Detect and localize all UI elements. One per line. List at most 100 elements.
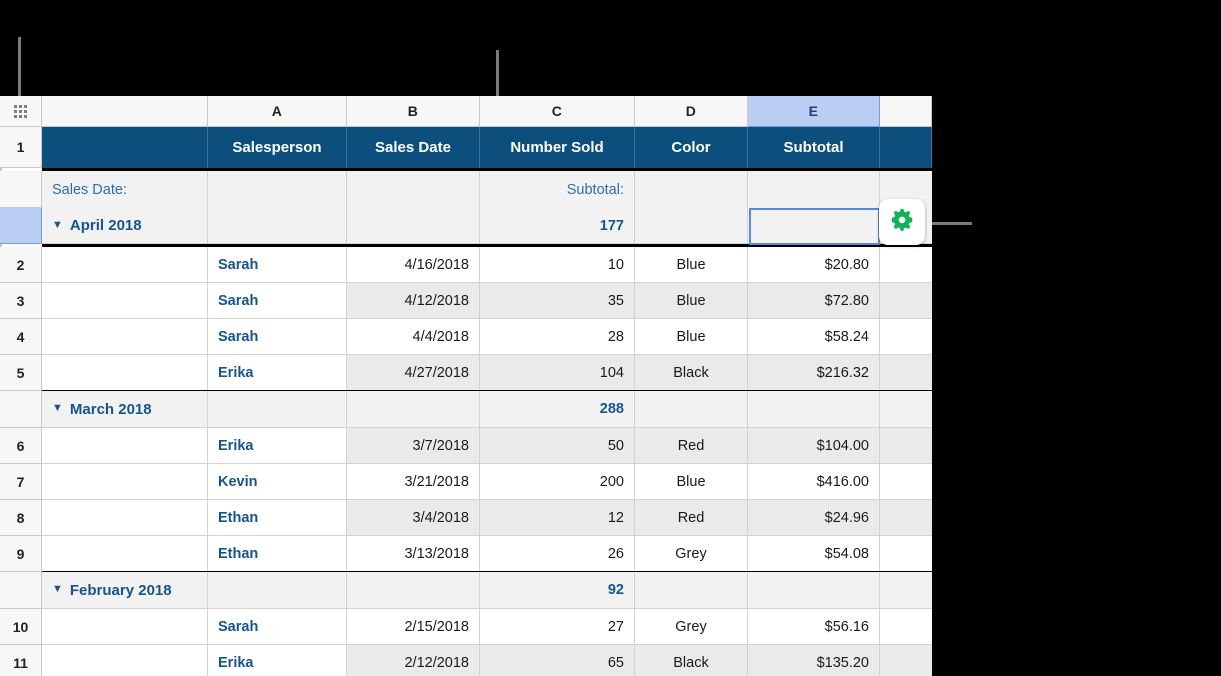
- cell-trailing-r9[interactable]: [880, 536, 932, 572]
- cell-sales-date-r4[interactable]: 4/4/2018: [347, 319, 480, 355]
- cell-color-r2[interactable]: Blue: [635, 247, 748, 283]
- cell-blank-r3[interactable]: [42, 283, 208, 319]
- cell-number-sold-r9[interactable]: 26: [480, 536, 635, 572]
- cell-subtotal-r6[interactable]: $104.00: [748, 428, 880, 464]
- cell-blank-r8[interactable]: [42, 500, 208, 536]
- cell-sales-date-r9[interactable]: 3/13/2018: [347, 536, 480, 572]
- group-april-cell-a[interactable]: [208, 208, 347, 244]
- group-february-cell-d[interactable]: [635, 572, 748, 609]
- row-header-9[interactable]: 9: [0, 536, 42, 572]
- cell-color-r10[interactable]: Grey: [635, 609, 748, 645]
- column-header-b[interactable]: B: [347, 96, 480, 127]
- group-march-cell-e[interactable]: [748, 391, 880, 428]
- group-april-cell-d[interactable]: [635, 208, 748, 244]
- row-header-group-april[interactable]: [0, 208, 42, 244]
- cell-trailing-r4[interactable]: [880, 319, 932, 355]
- group-title-cell-february[interactable]: ▼ February 2018: [42, 572, 208, 609]
- cell-sales-date-r2[interactable]: 4/16/2018: [347, 247, 480, 283]
- group-march-cell-d[interactable]: [635, 391, 748, 428]
- column-header-blank[interactable]: [42, 96, 208, 127]
- cell-salesperson-r9[interactable]: Ethan: [208, 536, 347, 572]
- cell-sales-date-r3[interactable]: 4/12/2018: [347, 283, 480, 319]
- group-title-cell-march[interactable]: ▼ March 2018: [42, 391, 208, 428]
- cell-subtotal-r7[interactable]: $416.00: [748, 464, 880, 500]
- cell-subtotal-r10[interactable]: $56.16: [748, 609, 880, 645]
- row-header-6[interactable]: 6: [0, 428, 42, 464]
- cell-subtotal-r8[interactable]: $24.96: [748, 500, 880, 536]
- cell-sales-date-r8[interactable]: 3/4/2018: [347, 500, 480, 536]
- group-february-cell-a[interactable]: [208, 572, 347, 609]
- cell-trailing-r6[interactable]: [880, 428, 932, 464]
- group-march-cell-f[interactable]: [880, 391, 932, 428]
- group-february-cell-e[interactable]: [748, 572, 880, 609]
- cell-trailing-r11[interactable]: [880, 645, 932, 676]
- gear-button[interactable]: [879, 199, 925, 245]
- cell-trailing-r2[interactable]: [880, 247, 932, 283]
- cell-sales-date-r7[interactable]: 3/21/2018: [347, 464, 480, 500]
- cell-color-r5[interactable]: Black: [635, 355, 748, 391]
- cell-salesperson-r7[interactable]: Kevin: [208, 464, 347, 500]
- cell-number-sold-r5[interactable]: 104: [480, 355, 635, 391]
- cell-subtotal-r5[interactable]: $216.32: [748, 355, 880, 391]
- column-header-e[interactable]: E: [748, 96, 880, 127]
- row-header-10[interactable]: 10: [0, 609, 42, 645]
- cell-blank-r4[interactable]: [42, 319, 208, 355]
- group-march-cell-a[interactable]: [208, 391, 347, 428]
- column-header-c[interactable]: C: [480, 96, 635, 127]
- cell-blank-r11[interactable]: [42, 645, 208, 676]
- group-subtotal-cell-february[interactable]: 92: [480, 572, 635, 609]
- row-header-5[interactable]: 5: [0, 355, 42, 391]
- cell-salesperson-r11[interactable]: Erika: [208, 645, 347, 676]
- cell-sales-date-r10[interactable]: 2/15/2018: [347, 609, 480, 645]
- cell-number-sold-r10[interactable]: 27: [480, 609, 635, 645]
- group-title-cell-april[interactable]: ▼ April 2018: [42, 208, 208, 244]
- group-february-cell-b[interactable]: [347, 572, 480, 609]
- row-header-11[interactable]: 11: [0, 645, 42, 676]
- cell-trailing-r8[interactable]: [880, 500, 932, 536]
- cell-blank-r6[interactable]: [42, 428, 208, 464]
- cell-salesperson-r5[interactable]: Erika: [208, 355, 347, 391]
- cell-sales-date-r6[interactable]: 3/7/2018: [347, 428, 480, 464]
- cell-salesperson-r8[interactable]: Ethan: [208, 500, 347, 536]
- cell-number-sold-r3[interactable]: 35: [480, 283, 635, 319]
- row-header-group-march[interactable]: [0, 391, 42, 428]
- group-subtotal-cell-march[interactable]: 288: [480, 391, 635, 428]
- cell-sales-date-r5[interactable]: 4/27/2018: [347, 355, 480, 391]
- cell-salesperson-r4[interactable]: Sarah: [208, 319, 347, 355]
- row-header-8[interactable]: 8: [0, 500, 42, 536]
- row-header-4[interactable]: 4: [0, 319, 42, 355]
- cell-color-r6[interactable]: Red: [635, 428, 748, 464]
- group-april-cell-b[interactable]: [347, 208, 480, 244]
- row-header-1[interactable]: 1: [0, 127, 42, 168]
- cell-sales-date-r11[interactable]: 2/12/2018: [347, 645, 480, 676]
- cell-blank-r5[interactable]: [42, 355, 208, 391]
- cell-trailing-r3[interactable]: [880, 283, 932, 319]
- cell-trailing-r5[interactable]: [880, 355, 932, 391]
- cell-number-sold-r4[interactable]: 28: [480, 319, 635, 355]
- group-march-cell-b[interactable]: [347, 391, 480, 428]
- cell-subtotal-r2[interactable]: $20.80: [748, 247, 880, 283]
- cell-color-r9[interactable]: Grey: [635, 536, 748, 572]
- cell-number-sold-r11[interactable]: 65: [480, 645, 635, 676]
- cell-salesperson-r2[interactable]: Sarah: [208, 247, 347, 283]
- cell-blank-r2[interactable]: [42, 247, 208, 283]
- row-header-group-february[interactable]: [0, 572, 42, 609]
- column-header-d[interactable]: D: [635, 96, 748, 127]
- cell-trailing-r10[interactable]: [880, 609, 932, 645]
- cell-salesperson-r6[interactable]: Erika: [208, 428, 347, 464]
- cell-subtotal-r4[interactable]: $58.24: [748, 319, 880, 355]
- cell-color-r8[interactable]: Red: [635, 500, 748, 536]
- row-header-3[interactable]: 3: [0, 283, 42, 319]
- column-header-a[interactable]: A: [208, 96, 347, 127]
- cell-blank-r10[interactable]: [42, 609, 208, 645]
- cell-salesperson-r3[interactable]: Sarah: [208, 283, 347, 319]
- cell-number-sold-r2[interactable]: 10: [480, 247, 635, 283]
- collapse-triangle-icon[interactable]: ▼: [52, 219, 63, 231]
- row-header-7[interactable]: 7: [0, 464, 42, 500]
- collapse-triangle-icon[interactable]: ▼: [52, 402, 63, 414]
- cell-color-r11[interactable]: Black: [635, 645, 748, 676]
- cell-trailing-r7[interactable]: [880, 464, 932, 500]
- cell-number-sold-r8[interactable]: 12: [480, 500, 635, 536]
- cell-number-sold-r7[interactable]: 200: [480, 464, 635, 500]
- column-header-f[interactable]: [880, 96, 932, 127]
